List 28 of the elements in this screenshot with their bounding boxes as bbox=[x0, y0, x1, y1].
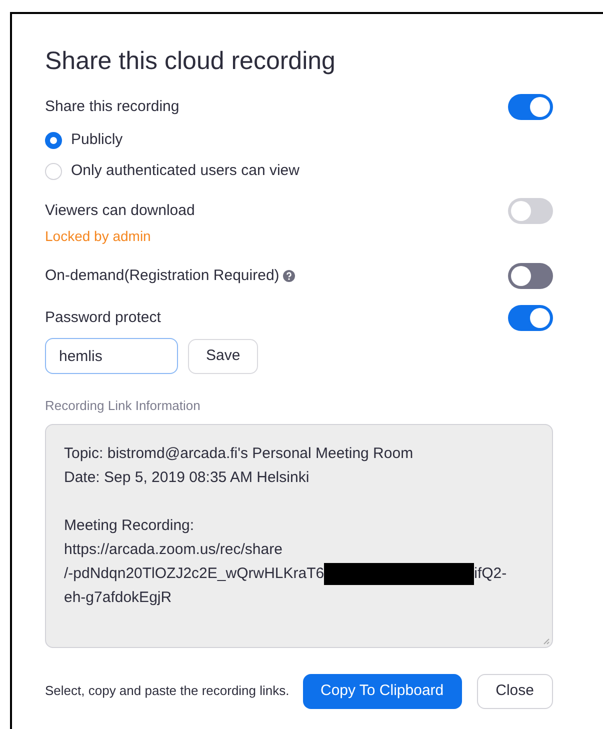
close-button[interactable]: Close bbox=[476, 674, 553, 708]
setting-label: On-demand(Registration Required) bbox=[45, 266, 280, 286]
text-line: Meeting Recording: bbox=[64, 516, 194, 536]
radio-label: Only authenticated users can view bbox=[71, 160, 300, 181]
setting-label: Password protect bbox=[45, 308, 161, 328]
locked-note: Locked by admin bbox=[45, 227, 152, 246]
hint-text: Select, copy and paste the recording links. bbox=[45, 682, 290, 700]
toggle-switch[interactable] bbox=[508, 263, 553, 289]
link-info-textarea[interactable]: Topic: bistromd@arcada.fi's Personal Meeting Room Date: Sep 5, 2019 08:35 AM Helsinki Meeting Recording: https://arcada.zoom.us/rec/share /-pdNdqn20TlOZJ2c2E_wQrwHLKraT6 ifQ2- eh-g7afdokEgjR bbox=[45, 424, 553, 648]
resize-grip-icon[interactable] bbox=[543, 638, 550, 644]
text-line: /-pdNdqn20TlOZJ2c2E_wQrwHLKraT6 bbox=[64, 564, 324, 584]
text-line: Topic: bistromd@arcada.fi's Personal Meeting Room bbox=[64, 444, 414, 464]
copy-button[interactable]: Copy To Clipboard bbox=[302, 674, 462, 708]
text-line: https://arcada.zoom.us/rec/share bbox=[64, 540, 282, 560]
section-label: Recording Link Information bbox=[45, 397, 202, 415]
help-icon[interactable] bbox=[283, 270, 296, 282]
text-line: eh-g7afdokEgjR bbox=[64, 588, 172, 608]
toggle-switch[interactable] bbox=[508, 94, 553, 120]
setting-label: Share this recording bbox=[45, 97, 180, 117]
radio-button[interactable] bbox=[45, 132, 62, 148]
password-field[interactable]: hemlis bbox=[45, 338, 178, 374]
dialog-title: Share this cloud recording bbox=[45, 46, 336, 77]
radio-label: Publicly bbox=[71, 130, 123, 150]
text-line: ifQ2- bbox=[474, 564, 507, 584]
setting-label: Viewers can download bbox=[45, 201, 195, 221]
text-line: Date: Sep 5, 2019 08:35 AM Helsinki bbox=[64, 468, 310, 488]
toggle-switch[interactable] bbox=[508, 305, 553, 331]
save-button[interactable]: Save bbox=[188, 338, 258, 374]
